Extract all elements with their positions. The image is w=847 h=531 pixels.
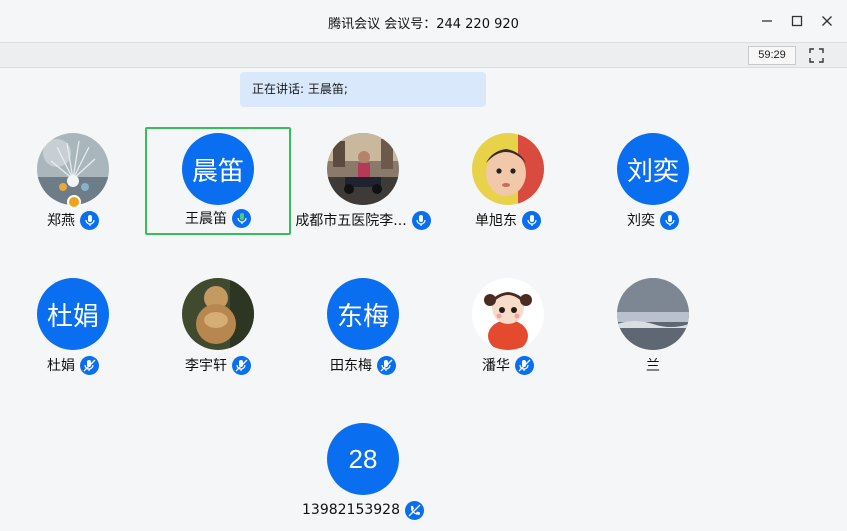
avatar: 东梅 (327, 278, 399, 350)
participant-tile[interactable]: 刘奕 刘奕 (580, 127, 726, 235)
participant-name: 成都市五医院李... (295, 213, 407, 229)
title-bar: 腾讯会议 会议号：244 220 920 (0, 0, 847, 42)
close-icon (822, 16, 832, 26)
microphone-icon[interactable] (660, 210, 679, 230)
meeting-timer: 59:29 (748, 46, 796, 65)
participant-name: 潘华 (482, 358, 510, 374)
fullscreen-icon (809, 48, 824, 63)
avatar (327, 133, 399, 205)
participant-name: 刘奕 (627, 213, 655, 229)
microphone-icon[interactable] (522, 210, 541, 230)
avatar (472, 278, 544, 350)
participant-name: 13982153928 (302, 502, 400, 518)
participant-tile[interactable]: 单旭东 (435, 127, 581, 235)
avatar (472, 133, 544, 205)
avatar: 晨笛 (182, 133, 254, 205)
microphone-muted-icon[interactable] (377, 355, 396, 375)
participant-name: 王晨笛 (185, 211, 227, 227)
participant-tile[interactable]: 兰 (580, 272, 726, 380)
participant-name: 郑燕 (47, 213, 75, 229)
phone-icon[interactable] (404, 500, 424, 520)
microphone-icon[interactable] (80, 210, 99, 230)
window-title: 腾讯会议 会议号：244 220 920 (328, 17, 519, 32)
participant-tile[interactable]: 28 13982153928 (290, 417, 436, 525)
minimize-button[interactable] (758, 12, 776, 30)
avatar: 28 (327, 423, 399, 495)
participant-tile[interactable]: 李宇轩 (145, 272, 291, 380)
participant-tile[interactable]: 杜娟 杜娟 (0, 272, 146, 380)
participant-name: 兰 (646, 358, 660, 374)
avatar (617, 278, 689, 350)
participant-name: 杜娟 (47, 358, 75, 374)
participant-name: 田东梅 (330, 358, 372, 374)
microphone-icon[interactable] (232, 208, 251, 228)
speaking-indicator: 正在讲话: 王晨笛; (240, 72, 486, 107)
participant-tile[interactable]: 成都市五医院李... (290, 127, 436, 235)
participant-name: 单旭东 (475, 213, 517, 229)
participant-name: 李宇轩 (185, 358, 227, 374)
avatar: 刘奕 (617, 133, 689, 205)
microphone-muted-icon[interactable] (515, 355, 534, 375)
microphone-muted-icon[interactable] (232, 355, 251, 375)
maximize-button[interactable] (788, 12, 806, 30)
fullscreen-button[interactable] (808, 47, 825, 64)
microphone-icon[interactable] (411, 210, 431, 230)
participant-tile[interactable]: 潘华 (435, 272, 581, 380)
avatar (182, 278, 254, 350)
minimize-icon (762, 20, 772, 22)
maximize-icon (791, 15, 803, 27)
participant-tile[interactable]: 东梅 田东梅 (290, 272, 436, 380)
close-button[interactable] (818, 12, 836, 30)
microphone-muted-icon[interactable] (80, 355, 99, 375)
participant-tile[interactable]: 郑燕 (0, 127, 146, 235)
host-badge-icon (67, 195, 81, 209)
avatar: 杜娟 (37, 278, 109, 350)
meeting-toolbar: 59:29 (0, 42, 847, 68)
participant-tile-active[interactable]: 晨笛 王晨笛 (145, 127, 291, 235)
